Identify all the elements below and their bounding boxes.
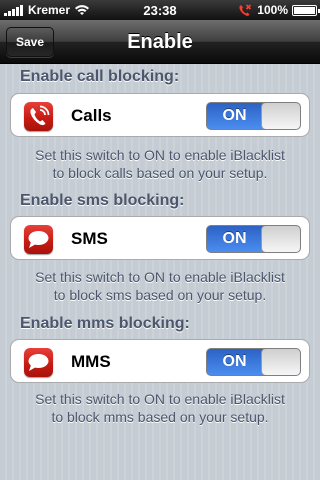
footer-line: Set this switch to ON to enable iBlackli… (35, 391, 285, 407)
footer-line: Set this switch to ON to enable iBlackli… (35, 269, 285, 285)
toggle-knob[interactable] (261, 103, 300, 129)
footer-line: to block calls based on your setup. (52, 165, 268, 181)
toggle-state-label: ON (222, 230, 247, 247)
call-blocking-status-icon (239, 3, 252, 16)
mms-toggle-switch[interactable]: ON (206, 348, 301, 376)
cell-label-calls: Calls (71, 106, 112, 125)
cell-label-mms: MMS (71, 352, 111, 371)
toggle-state-label: ON (222, 107, 247, 124)
cell-label-sms: SMS (71, 229, 108, 248)
speech-bubble-icon (24, 225, 53, 254)
speech-bubble-icon (24, 348, 53, 377)
toggle-knob[interactable] (261, 226, 300, 252)
sms-toggle-switch[interactable]: ON (206, 225, 301, 253)
calls-toggle-switch[interactable]: ON (206, 102, 301, 130)
save-button[interactable]: Save (6, 27, 54, 57)
footer-line: to block mms based on your setup. (51, 409, 269, 425)
status-bar: Kremer 23:38 100% (0, 0, 320, 20)
navigation-bar: Enable Save (0, 20, 320, 64)
section-header-sms: Enable sms blocking: (20, 192, 185, 209)
cell-mms: MMS ON (10, 339, 310, 383)
footer-line: to block sms based on your setup. (53, 287, 267, 303)
cell-calls: Calls ON (10, 93, 310, 137)
phone-icon (24, 102, 53, 131)
footer-text-mms: Set this switch to ON to enable iBlackli… (20, 390, 300, 426)
toggle-state-label: ON (222, 353, 247, 370)
status-right: 100% (238, 3, 320, 17)
footer-text-calls: Set this switch to ON to enable iBlackli… (20, 146, 300, 182)
battery-percent: 100% (257, 3, 288, 17)
footer-line: Set this switch to ON to enable iBlackli… (35, 147, 285, 163)
footer-text-sms: Set this switch to ON to enable iBlackli… (20, 268, 300, 304)
section-header-mms: Enable mms blocking: (20, 315, 190, 332)
toggle-knob[interactable] (261, 349, 300, 375)
cell-sms: SMS ON (10, 216, 310, 260)
section-header-calls: Enable call blocking: (20, 68, 180, 85)
battery-icon (292, 4, 320, 16)
battery-fill (294, 6, 315, 14)
